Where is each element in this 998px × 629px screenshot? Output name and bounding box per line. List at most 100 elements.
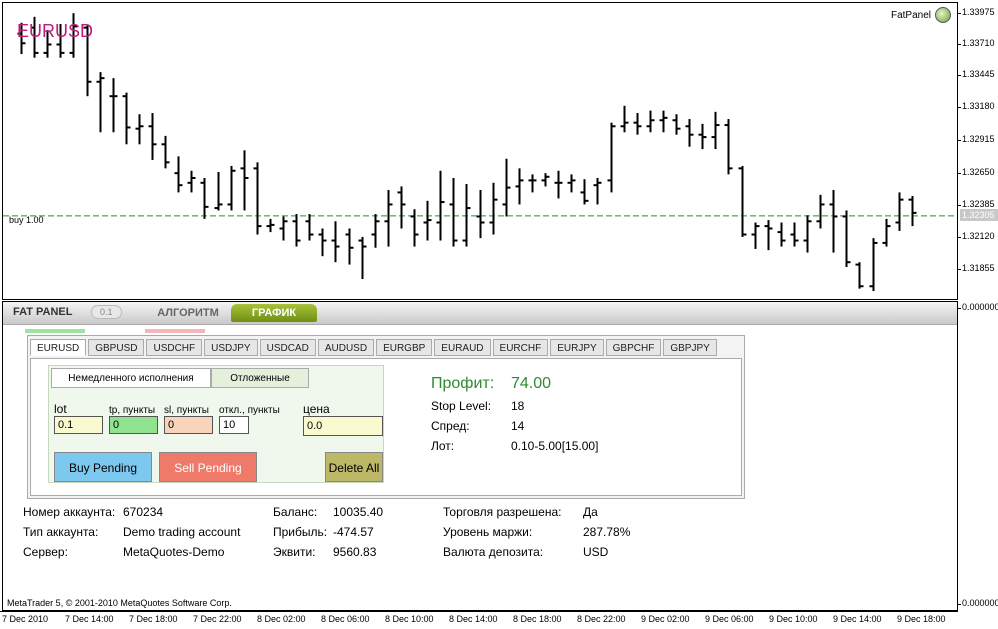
panel-header: FAT PANEL 0.1 АЛГОРИТМ ГРАФИК bbox=[3, 302, 957, 325]
symbol-tab[interactable]: EURJPY bbox=[550, 339, 604, 356]
lot-range-label: Лот: bbox=[431, 439, 455, 453]
price-tick: 1.33975 bbox=[957, 7, 995, 17]
fatpanel-icon bbox=[935, 7, 951, 23]
sell-pending-button[interactable]: Sell Pending bbox=[159, 452, 257, 482]
symbol-tab[interactable]: EURUSD bbox=[30, 339, 87, 356]
price-chart[interactable]: EURUSD FatPanel buy 1.00 bbox=[2, 2, 958, 300]
account-number-value: 670234 bbox=[123, 505, 164, 519]
price-chart-canvas bbox=[3, 13, 957, 292]
subwindow-tick: 0.000000 bbox=[957, 302, 998, 312]
symbol-tab[interactable]: GBPCHF bbox=[605, 339, 662, 356]
order-box: Немедленного исполнения Отложенные lot t… bbox=[48, 365, 384, 483]
account-type-label: Тип аккаунта: bbox=[23, 525, 99, 539]
symbol-body: Немедленного исполнения Отложенные lot t… bbox=[30, 358, 742, 496]
green-indicator-strip bbox=[25, 329, 85, 333]
symbol-tab[interactable]: AUDUSD bbox=[317, 339, 375, 356]
time-tick: 9 Dec 14:00 bbox=[833, 614, 882, 624]
delete-all-button[interactable]: Delete All bbox=[325, 452, 383, 482]
symbol-tabs: EURUSD GBPUSD USDCHF USDJPY USDCAD AUDUS… bbox=[30, 339, 719, 356]
tab-pending-orders[interactable]: Отложенные bbox=[211, 368, 309, 388]
time-tick: 7 Dec 22:00 bbox=[193, 614, 242, 624]
stop-level-value: 18 bbox=[511, 399, 525, 413]
panel-version: 0.1 bbox=[91, 305, 122, 319]
price-tick: 1.33445 bbox=[957, 69, 995, 79]
symbols-box: EURUSD GBPUSD USDCHF USDJPY USDCAD AUDUS… bbox=[27, 335, 745, 499]
deposit-currency-value: USD bbox=[583, 545, 609, 559]
time-axis: 7 Dec 2010 7 Dec 14:00 7 Dec 18:00 7 Dec… bbox=[0, 611, 958, 629]
symbol-tab[interactable]: GBPJPY bbox=[663, 339, 717, 356]
margin-level-label: Уровень маржи: bbox=[443, 525, 533, 539]
price-tick: 1.33710 bbox=[957, 38, 995, 48]
symbol-tab[interactable]: EURAUD bbox=[434, 339, 491, 356]
equity-label: Эквити: bbox=[273, 545, 316, 559]
spread-label: Спред: bbox=[431, 419, 470, 433]
buy-pending-button[interactable]: Buy Pending bbox=[54, 452, 152, 482]
indicator-label: FatPanel bbox=[890, 9, 931, 21]
trade-allowed-label: Торговля разрешена: bbox=[443, 505, 562, 519]
sl-input[interactable] bbox=[164, 416, 213, 434]
price-axis: 1.33975 1.33710 1.33445 1.33180 1.32915 … bbox=[957, 0, 998, 628]
margin-level-value: 287.78% bbox=[583, 525, 631, 539]
tp-label: tp, пункты bbox=[109, 405, 156, 416]
time-tick: 9 Dec 18:00 bbox=[897, 614, 946, 624]
time-tick: 8 Dec 22:00 bbox=[577, 614, 626, 624]
tab-chart[interactable]: ГРАФИК bbox=[231, 304, 317, 322]
panel-title: FAT PANEL bbox=[13, 306, 73, 318]
symbol-tab[interactable]: EURGBP bbox=[376, 339, 433, 356]
time-tick: 9 Dec 02:00 bbox=[641, 614, 690, 624]
indicator-tag[interactable]: FatPanel bbox=[891, 7, 951, 23]
account-number-label: Номер аккаунта: bbox=[23, 505, 116, 519]
price-tick: 1.32120 bbox=[957, 231, 995, 241]
symbol-tab[interactable]: USDCAD bbox=[259, 339, 316, 356]
symbol-tab[interactable]: USDCHF bbox=[146, 339, 203, 356]
account-profit-label: Прибыль: bbox=[273, 525, 328, 539]
balance-value: 10035.40 bbox=[333, 505, 384, 519]
account-type-value: Demo trading account bbox=[123, 525, 241, 539]
time-tick: 8 Dec 14:00 bbox=[449, 614, 498, 624]
time-tick: 7 Dec 18:00 bbox=[129, 614, 178, 624]
equity-value: 9560.83 bbox=[333, 545, 377, 559]
lot-input[interactable] bbox=[54, 416, 103, 434]
offset-label: откл., пункты bbox=[219, 405, 280, 416]
time-tick: 9 Dec 06:00 bbox=[705, 614, 754, 624]
current-price-badge: 1.32305 bbox=[960, 209, 998, 221]
offset-input[interactable] bbox=[219, 416, 249, 434]
lot-range-value: 0.10-5.00[15.00] bbox=[511, 439, 599, 453]
fat-panel: FAT PANEL 0.1 АЛГОРИТМ ГРАФИК EURUSD GBP… bbox=[2, 301, 958, 611]
symbol-tab[interactable]: USDJPY bbox=[204, 339, 258, 356]
tab-market-orders[interactable]: Немедленного исполнения bbox=[51, 368, 211, 388]
deposit-currency-label: Валюта депозита: bbox=[443, 545, 544, 559]
price-tick: 1.31855 bbox=[957, 263, 995, 273]
copyright-text: MetaTrader 5, © 2001-2010 MetaQuotes Sof… bbox=[7, 598, 232, 608]
time-tick: 8 Dec 10:00 bbox=[385, 614, 434, 624]
sl-label: sl, пункты bbox=[164, 405, 209, 416]
profit-label: Профит: bbox=[431, 375, 495, 392]
chart-symbol-title: EURUSD bbox=[17, 21, 94, 41]
tab-algorithm[interactable]: АЛГОРИТМ bbox=[143, 304, 233, 322]
price-label: цена bbox=[303, 402, 330, 416]
profit-value: 74.00 bbox=[511, 375, 552, 392]
price-tick: 1.32650 bbox=[957, 167, 995, 177]
server-value: MetaQuotes-Demo bbox=[123, 545, 225, 559]
price-input[interactable] bbox=[303, 416, 383, 436]
time-tick: 7 Dec 2010 bbox=[2, 614, 49, 624]
trade-allowed-value: Да bbox=[583, 505, 598, 519]
account-profit-value: -474.57 bbox=[333, 525, 374, 539]
balance-label: Баланс: bbox=[273, 505, 318, 519]
server-label: Сервер: bbox=[23, 545, 68, 559]
time-tick: 8 Dec 18:00 bbox=[513, 614, 562, 624]
time-tick: 9 Dec 10:00 bbox=[769, 614, 818, 624]
time-tick: 8 Dec 06:00 bbox=[321, 614, 370, 624]
time-tick: 7 Dec 14:00 bbox=[65, 614, 114, 624]
spread-value: 14 bbox=[511, 419, 525, 433]
price-tick: 1.32385 bbox=[957, 199, 995, 209]
subwindow-tick: 0.000000 bbox=[957, 598, 998, 608]
position-label: buy 1.00 bbox=[9, 215, 44, 225]
price-tick: 1.33180 bbox=[957, 101, 995, 111]
symbol-tab[interactable]: EURCHF bbox=[492, 339, 549, 356]
stop-level-label: Stop Level: bbox=[431, 399, 492, 413]
tp-input[interactable] bbox=[109, 416, 158, 434]
symbol-tab[interactable]: GBPUSD bbox=[88, 339, 145, 356]
time-tick: 8 Dec 02:00 bbox=[257, 614, 306, 624]
red-indicator-strip bbox=[145, 329, 205, 333]
